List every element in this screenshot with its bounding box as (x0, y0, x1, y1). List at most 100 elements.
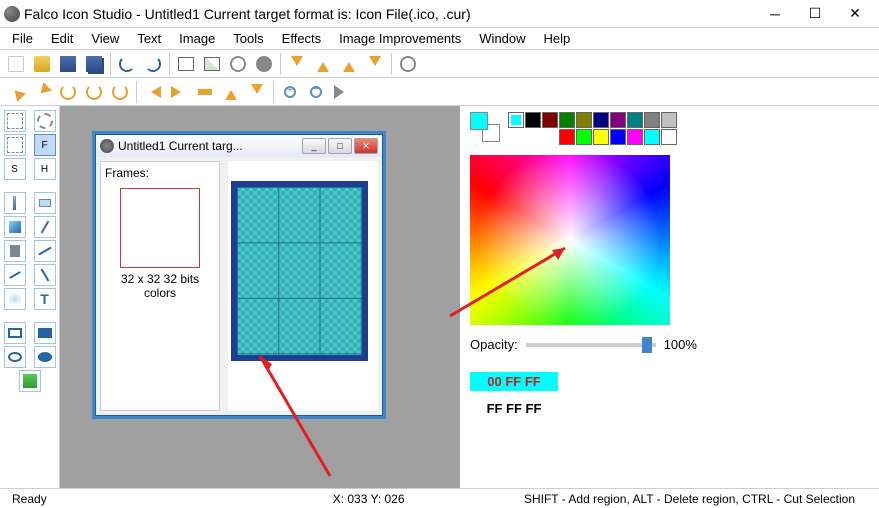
minimize-button[interactable]: ─ (755, 0, 795, 28)
rotate-arb-button[interactable] (108, 80, 132, 104)
maximize-button[interactable]: ☐ (795, 0, 835, 28)
menu-file[interactable]: File (4, 29, 41, 48)
menu-effects[interactable]: Effects (274, 29, 330, 48)
doc-close[interactable]: ✕ (354, 138, 378, 154)
tool-rect-select[interactable] (4, 110, 26, 132)
swatch[interactable] (610, 112, 626, 128)
menu-edit[interactable]: Edit (43, 29, 81, 48)
close-button[interactable]: ✕ (835, 0, 875, 28)
new-button[interactable] (4, 52, 28, 76)
doc-maximize[interactable]: □ (328, 138, 352, 154)
swatch[interactable] (542, 112, 558, 128)
swatch[interactable] (576, 112, 592, 128)
menu-view[interactable]: View (83, 29, 127, 48)
doc-minimize[interactable]: _ (302, 138, 326, 154)
shape-ellipse-fill[interactable] (34, 346, 56, 368)
tool-brush[interactable] (4, 192, 26, 214)
frame-thumbnail[interactable] (120, 188, 200, 268)
swatch[interactable] (644, 112, 660, 128)
fg-color[interactable] (470, 112, 488, 130)
frames-label: Frames: (105, 166, 215, 180)
shift-up-button[interactable] (219, 80, 243, 104)
tool-picker[interactable] (34, 264, 56, 286)
open-button[interactable] (30, 52, 54, 76)
move-up-button[interactable] (311, 52, 335, 76)
screenshot-plus-button[interactable] (200, 52, 224, 76)
save-button[interactable] (56, 52, 80, 76)
menubar: File Edit View Text Image Tools Effects … (0, 28, 879, 50)
swatch[interactable] (525, 112, 541, 128)
swatch[interactable] (593, 129, 609, 145)
move-down2-button[interactable] (363, 52, 387, 76)
canvas-grid[interactable] (231, 181, 368, 361)
play-button[interactable] (330, 80, 354, 104)
tool-eraser[interactable] (34, 192, 56, 214)
rotate-cw-button[interactable] (82, 80, 106, 104)
swatch[interactable] (661, 129, 677, 145)
opacity-slider[interactable] (526, 343, 656, 347)
flip-h-button[interactable] (4, 80, 28, 104)
flip-icon (32, 82, 52, 102)
undo-button[interactable] (115, 52, 139, 76)
swatch[interactable] (593, 112, 609, 128)
shape-rect-outline[interactable] (4, 322, 26, 344)
tool-s[interactable]: S (4, 158, 26, 180)
rotate-ccw-button[interactable] (56, 80, 80, 104)
menu-window[interactable]: Window (471, 29, 533, 48)
shift-lr-button[interactable] (193, 80, 217, 104)
tool-magic-wand[interactable]: F (34, 134, 56, 156)
tool-fill[interactable] (4, 216, 26, 238)
swatch[interactable] (627, 112, 643, 128)
fg-bg-swatch[interactable] (470, 112, 500, 142)
menu-image-improvements[interactable]: Image Improvements (331, 29, 469, 48)
save-all-button[interactable] (82, 52, 106, 76)
menu-image[interactable]: Image (171, 29, 223, 48)
menu-help[interactable]: Help (536, 29, 579, 48)
tool-pencil[interactable] (34, 216, 56, 238)
slider-thumb[interactable] (642, 337, 652, 353)
flip-v-button[interactable] (30, 80, 54, 104)
status-bar: Ready X: 033 Y: 026 SHIFT - Add region, … (0, 488, 879, 508)
swatch[interactable] (627, 129, 643, 145)
zoom-out-button[interactable] (304, 80, 328, 104)
mdi-area: Untitled1 Current targ... _ □ ✕ Frames: … (60, 106, 460, 488)
swatch[interactable] (661, 112, 677, 128)
document-window[interactable]: Untitled1 Current targ... _ □ ✕ Frames: … (95, 134, 383, 416)
zoom-in-button[interactable] (278, 80, 302, 104)
tool-h[interactable]: H (34, 158, 56, 180)
color-picker[interactable] (470, 155, 670, 325)
shape-ellipse-outline[interactable] (4, 346, 26, 368)
swatch[interactable] (610, 129, 626, 145)
shift-left-button[interactable] (141, 80, 165, 104)
swatch[interactable] (576, 129, 592, 145)
doc-titlebar[interactable]: Untitled1 Current targ... _ □ ✕ (96, 135, 382, 157)
ellipse-sel-button[interactable] (226, 52, 250, 76)
swatch[interactable] (644, 129, 660, 145)
ellipse-fill-button[interactable] (252, 52, 276, 76)
move-up2-button[interactable] (337, 52, 361, 76)
swatch-row-1 (508, 112, 677, 128)
shape-rect-fill[interactable] (34, 322, 56, 344)
tool-stamp[interactable] (4, 240, 26, 262)
tool-lasso[interactable] (4, 134, 26, 156)
swatch[interactable] (559, 129, 575, 145)
canvas-area[interactable] (228, 161, 378, 411)
tool-text[interactable]: T (34, 288, 56, 310)
tool-line[interactable] (34, 240, 56, 262)
record-button[interactable] (396, 52, 420, 76)
screenshot-button[interactable] (174, 52, 198, 76)
redo-button[interactable] (141, 52, 165, 76)
shift-down-button[interactable] (245, 80, 269, 104)
play-icon (334, 85, 351, 99)
menu-text[interactable]: Text (129, 29, 169, 48)
swatch[interactable] (559, 112, 575, 128)
shift-right-button[interactable] (167, 80, 191, 104)
tool-smudge[interactable] (4, 288, 26, 310)
shape-gradient[interactable] (19, 370, 41, 392)
arrow-down-icon (291, 56, 303, 72)
swatch[interactable] (508, 112, 524, 128)
move-down-button[interactable] (285, 52, 309, 76)
tool-ellipse-select[interactable] (34, 110, 56, 132)
menu-tools[interactable]: Tools (225, 29, 271, 48)
tool-airbrush[interactable] (4, 264, 26, 286)
